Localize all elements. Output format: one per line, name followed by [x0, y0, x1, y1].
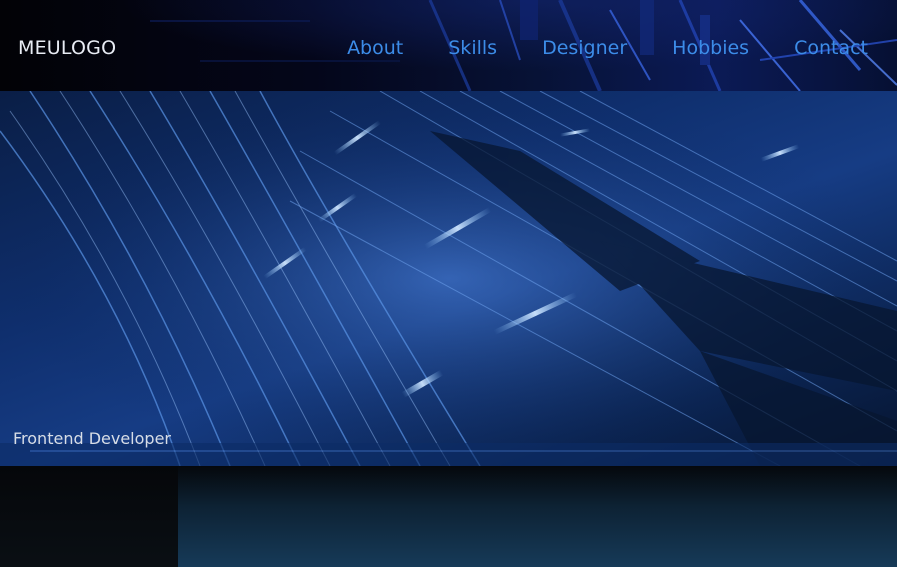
main-nav: About Skills Designer Hobbies Contact — [347, 36, 868, 60]
nav-link-skills[interactable]: Skills — [448, 36, 497, 60]
nav-link-hobbies[interactable]: Hobbies — [672, 36, 749, 60]
site-header: MEULOGO About Skills Designer Hobbies Co… — [0, 0, 897, 91]
main-content-panel — [178, 466, 897, 567]
page: MEULOGO About Skills Designer Hobbies Co… — [0, 0, 897, 567]
nav-link-about[interactable]: About — [347, 36, 403, 60]
hero-background-image — [0, 91, 897, 466]
site-logo[interactable]: MEULOGO — [18, 36, 116, 60]
content-section — [0, 466, 897, 567]
hero-caption: Frontend Developer — [13, 429, 171, 448]
hero-banner: Frontend Developer — [0, 91, 897, 466]
nav-link-contact[interactable]: Contact — [794, 36, 868, 60]
sidebar-panel — [0, 466, 178, 567]
nav-link-designer[interactable]: Designer — [542, 36, 627, 60]
